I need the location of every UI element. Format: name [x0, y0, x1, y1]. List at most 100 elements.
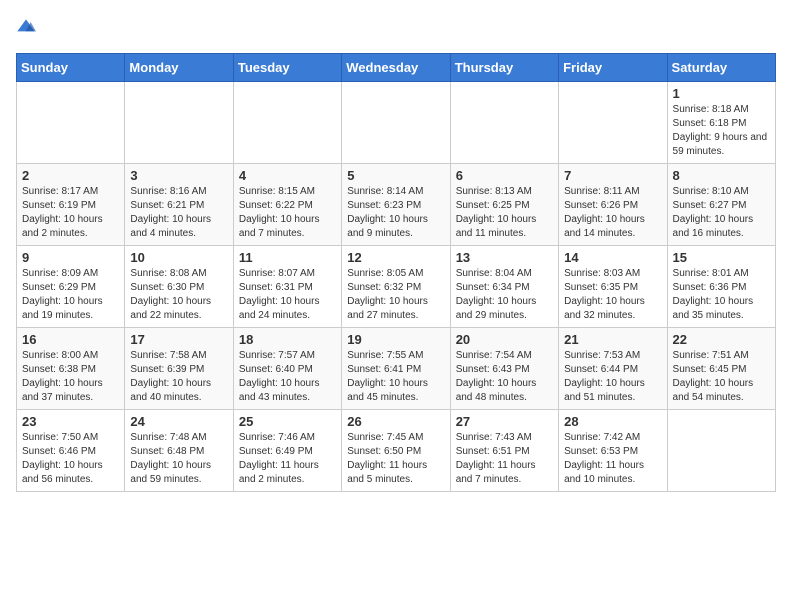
calendar-cell: 12 Sunrise: 8:05 AMSunset: 6:32 PMDayligh… [342, 246, 450, 328]
calendar-cell: 17 Sunrise: 7:58 AMSunset: 6:39 PMDayligh… [125, 328, 233, 410]
day-info: Sunrise: 8:16 AMSunset: 6:21 PMDaylight:… [130, 185, 227, 241]
calendar-cell: 24 Sunrise: 7:48 AMSunset: 6:48 PMDayligh… [125, 410, 233, 492]
day-info: Sunrise: 7:53 AMSunset: 6:44 PMDaylight:… [564, 349, 661, 405]
calendar-cell: 1 Sunrise: 8:18 AMSunset: 6:18 PMDaylight… [667, 82, 775, 164]
calendar-cell: 8 Sunrise: 8:10 AMSunset: 6:27 PMDaylight… [667, 164, 775, 246]
day-number: 20 [456, 332, 553, 347]
calendar-cell: 14 Sunrise: 8:03 AMSunset: 6:35 PMDayligh… [559, 246, 667, 328]
day-number: 18 [239, 332, 336, 347]
day-number: 22 [673, 332, 770, 347]
day-number: 24 [130, 414, 227, 429]
calendar-cell [667, 410, 775, 492]
day-info: Sunrise: 8:11 AMSunset: 6:26 PMDaylight:… [564, 185, 661, 241]
calendar-cell: 26 Sunrise: 7:45 AMSunset: 6:50 PMDayligh… [342, 410, 450, 492]
calendar-cell [233, 82, 341, 164]
day-info: Sunrise: 8:08 AMSunset: 6:30 PMDaylight:… [130, 267, 227, 323]
calendar-cell [17, 82, 125, 164]
calendar-cell: 3 Sunrise: 8:16 AMSunset: 6:21 PMDaylight… [125, 164, 233, 246]
day-number: 17 [130, 332, 227, 347]
calendar-cell: 2 Sunrise: 8:17 AMSunset: 6:19 PMDaylight… [17, 164, 125, 246]
day-number: 19 [347, 332, 444, 347]
day-number: 11 [239, 250, 336, 265]
day-number: 14 [564, 250, 661, 265]
day-number: 26 [347, 414, 444, 429]
day-number: 1 [673, 86, 770, 101]
calendar-cell [125, 82, 233, 164]
day-info: Sunrise: 8:07 AMSunset: 6:31 PMDaylight:… [239, 267, 336, 323]
calendar-cell: 22Sunrise: 7:51 AMSunset: 6:45 PMDayligh… [667, 328, 775, 410]
day-info: Sunrise: 8:05 AMSunset: 6:32 PMDaylight:… [347, 267, 444, 323]
calendar-cell [450, 82, 558, 164]
day-info: Sunrise: 8:10 AMSunset: 6:27 PMDaylight:… [673, 185, 770, 241]
day-number: 21 [564, 332, 661, 347]
calendar: SundayMondayTuesdayWednesdayThursdayFrid… [16, 53, 776, 492]
calendar-cell: 19 Sunrise: 7:55 AMSunset: 6:41 PMDayligh… [342, 328, 450, 410]
day-info: Sunrise: 8:03 AMSunset: 6:35 PMDaylight:… [564, 267, 661, 323]
calendar-cell: 11 Sunrise: 8:07 AMSunset: 6:31 PMDayligh… [233, 246, 341, 328]
day-number: 7 [564, 168, 661, 183]
day-number: 16 [22, 332, 119, 347]
calendar-cell: 10 Sunrise: 8:08 AMSunset: 6:30 PMDayligh… [125, 246, 233, 328]
calendar-week-0: 1 Sunrise: 8:18 AMSunset: 6:18 PMDaylight… [17, 82, 776, 164]
weekday-header-thursday: Thursday [450, 54, 558, 82]
calendar-cell: 27Sunrise: 7:43 AMSunset: 6:51 PMDayligh… [450, 410, 558, 492]
calendar-cell: 7 Sunrise: 8:11 AMSunset: 6:26 PMDaylight… [559, 164, 667, 246]
calendar-cell: 16 Sunrise: 8:00 AMSunset: 6:38 PMDayligh… [17, 328, 125, 410]
day-number: 13 [456, 250, 553, 265]
day-info: Sunrise: 7:54 AMSunset: 6:43 PMDaylight:… [456, 349, 553, 405]
calendar-cell: 18 Sunrise: 7:57 AMSunset: 6:40 PMDayligh… [233, 328, 341, 410]
day-info: Sunrise: 8:01 AMSunset: 6:36 PMDaylight:… [673, 267, 770, 323]
day-info: Sunrise: 8:09 AMSunset: 6:29 PMDaylight:… [22, 267, 119, 323]
calendar-cell: 5 Sunrise: 8:14 AMSunset: 6:23 PMDaylight… [342, 164, 450, 246]
header [16, 16, 776, 41]
day-number: 5 [347, 168, 444, 183]
day-info: Sunrise: 8:00 AMSunset: 6:38 PMDaylight:… [22, 349, 119, 405]
day-info: Sunrise: 8:15 AMSunset: 6:22 PMDaylight:… [239, 185, 336, 241]
calendar-cell: 25 Sunrise: 7:46 AMSunset: 6:49 PMDayligh… [233, 410, 341, 492]
day-info: Sunrise: 8:13 AMSunset: 6:25 PMDaylight:… [456, 185, 553, 241]
calendar-cell [342, 82, 450, 164]
day-info: Sunrise: 7:46 AMSunset: 6:49 PMDaylight:… [239, 431, 336, 487]
day-number: 3 [130, 168, 227, 183]
day-info: Sunrise: 8:04 AMSunset: 6:34 PMDaylight:… [456, 267, 553, 323]
weekday-header-friday: Friday [559, 54, 667, 82]
calendar-cell: 28Sunrise: 7:42 AMSunset: 6:53 PMDayligh… [559, 410, 667, 492]
calendar-cell: 23Sunrise: 7:50 AMSunset: 6:46 PMDayligh… [17, 410, 125, 492]
calendar-cell [559, 82, 667, 164]
day-number: 2 [22, 168, 119, 183]
weekday-header-saturday: Saturday [667, 54, 775, 82]
day-number: 10 [130, 250, 227, 265]
day-number: 25 [239, 414, 336, 429]
weekday-header-tuesday: Tuesday [233, 54, 341, 82]
calendar-week-2: 9Sunrise: 8:09 AMSunset: 6:29 PMDaylight… [17, 246, 776, 328]
calendar-cell: 4 Sunrise: 8:15 AMSunset: 6:22 PMDaylight… [233, 164, 341, 246]
weekday-header-sunday: Sunday [17, 54, 125, 82]
day-info: Sunrise: 8:18 AMSunset: 6:18 PMDaylight:… [673, 103, 770, 159]
day-info: Sunrise: 7:42 AMSunset: 6:53 PMDaylight:… [564, 431, 661, 487]
calendar-cell: 13 Sunrise: 8:04 AMSunset: 6:34 PMDayligh… [450, 246, 558, 328]
calendar-cell: 15 Sunrise: 8:01 AMSunset: 6:36 PMDayligh… [667, 246, 775, 328]
day-number: 8 [673, 168, 770, 183]
day-info: Sunrise: 7:43 AMSunset: 6:51 PMDaylight:… [456, 431, 553, 487]
calendar-cell: 6 Sunrise: 8:13 AMSunset: 6:25 PMDaylight… [450, 164, 558, 246]
calendar-cell: 20 Sunrise: 7:54 AMSunset: 6:43 PMDayligh… [450, 328, 558, 410]
calendar-cell: 9Sunrise: 8:09 AMSunset: 6:29 PMDaylight… [17, 246, 125, 328]
calendar-week-1: 2 Sunrise: 8:17 AMSunset: 6:19 PMDaylight… [17, 164, 776, 246]
day-number: 12 [347, 250, 444, 265]
logo-icon [16, 16, 36, 36]
day-info: Sunrise: 8:14 AMSunset: 6:23 PMDaylight:… [347, 185, 444, 241]
day-info: Sunrise: 8:17 AMSunset: 6:19 PMDaylight:… [22, 185, 119, 241]
day-info: Sunrise: 7:48 AMSunset: 6:48 PMDaylight:… [130, 431, 227, 487]
day-info: Sunrise: 7:45 AMSunset: 6:50 PMDaylight:… [347, 431, 444, 487]
weekday-header-wednesday: Wednesday [342, 54, 450, 82]
calendar-cell: 21 Sunrise: 7:53 AMSunset: 6:44 PMDayligh… [559, 328, 667, 410]
day-info: Sunrise: 7:58 AMSunset: 6:39 PMDaylight:… [130, 349, 227, 405]
weekday-header-monday: Monday [125, 54, 233, 82]
day-number: 23 [22, 414, 119, 429]
day-info: Sunrise: 7:55 AMSunset: 6:41 PMDaylight:… [347, 349, 444, 405]
day-info: Sunrise: 7:57 AMSunset: 6:40 PMDaylight:… [239, 349, 336, 405]
day-number: 15 [673, 250, 770, 265]
day-number: 6 [456, 168, 553, 183]
day-number: 4 [239, 168, 336, 183]
logo [16, 16, 40, 41]
